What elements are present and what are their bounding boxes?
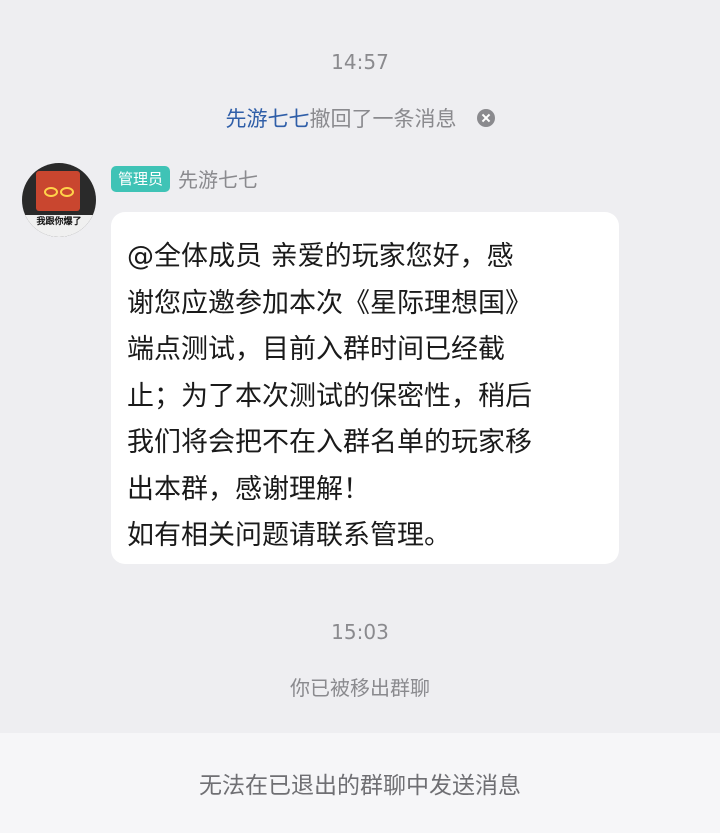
system-note: 你已被移出群聊 (290, 676, 430, 700)
avatar-image (36, 171, 80, 211)
timestamp: 15:03 (331, 620, 389, 644)
sender-row: 管理员 先游七七 (111, 164, 258, 193)
message-line: 我们将会把不在入群名单的玩家移 (127, 427, 532, 458)
message-line: @全体成员 亲爱的玩家您好，感 (127, 241, 514, 272)
close-icon[interactable] (476, 109, 495, 127)
admin-badge: 管理员 (111, 165, 171, 192)
chat-area: 14:57 先游七七 撤回了一条消息 我跟你爆了 管理员 先游七七 @全体成员 … (0, 0, 720, 733)
recall-sender-name[interactable]: 先游七七 (226, 103, 310, 133)
message-line: 端点测试，目前入群时间已经截 (127, 334, 505, 365)
bottom-bar: 无法在已退出的群聊中发送消息 (0, 733, 720, 833)
message-line: 谢您应邀参加本次《星际理想国》 (127, 287, 532, 319)
disabled-input-notice: 无法在已退出的群聊中发送消息 (199, 773, 521, 799)
timestamp: 14:57 (331, 50, 389, 74)
avatar-caption: 我跟你爆了 (22, 215, 96, 237)
recall-text: 撤回了一条消息 (309, 107, 457, 131)
recall-notice: 先游七七 撤回了一条消息 (0, 103, 720, 133)
sender-name[interactable]: 先游七七 (178, 164, 258, 193)
message-line: 出本群，感谢理解！ (127, 473, 370, 505)
message-line: 如有相关问题请联系管理。 (127, 520, 451, 551)
message-bubble[interactable]: @全体成员 亲爱的玩家您好，感 谢您应邀参加本次《星际理想国》 端点测试，目前入… (111, 212, 619, 564)
message-line: 止；为了本次测试的保密性，稍后 (127, 380, 532, 412)
avatar[interactable]: 我跟你爆了 (22, 163, 96, 237)
